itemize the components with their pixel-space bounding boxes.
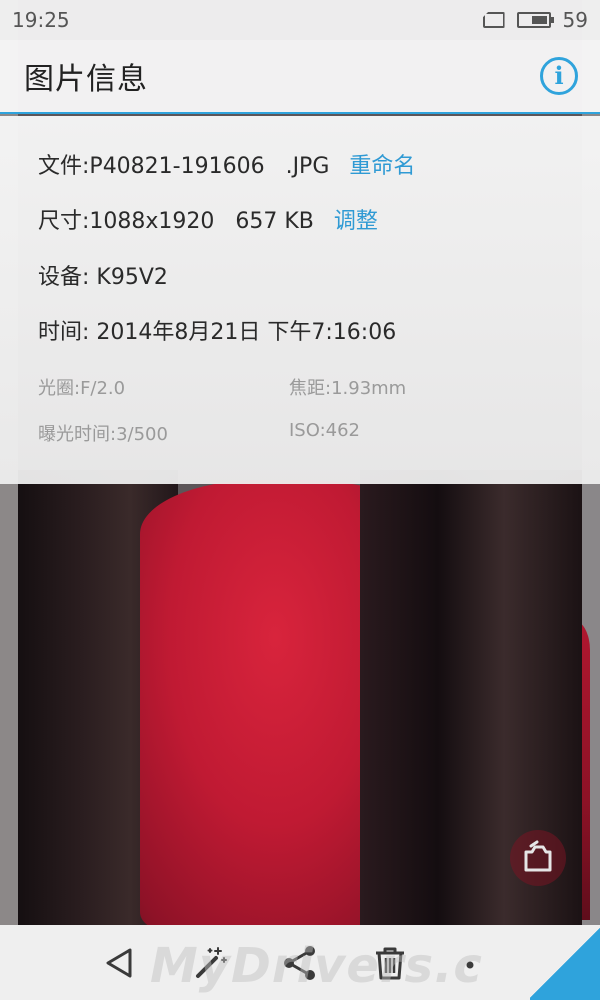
more-button[interactable] — [457, 940, 503, 986]
sim-card-icon — [482, 12, 505, 28]
file-name: P40821-191606 .JPG — [89, 154, 330, 179]
info-icon[interactable]: i — [540, 57, 578, 95]
status-indicators: 59 — [482, 8, 588, 32]
aperture-value: 光圈:F/2.0 — [38, 378, 126, 399]
image-info-panel: 文件:P40821-191606 .JPG 重命名 尺寸:1088x1920 65… — [0, 116, 600, 484]
edit-button[interactable] — [187, 940, 233, 986]
share-button[interactable] — [277, 940, 323, 986]
status-time: 19:25 — [12, 8, 70, 32]
trash-icon — [376, 947, 404, 979]
battery-icon — [516, 12, 554, 28]
magic-wand-icon — [196, 946, 227, 978]
focal-length-value: 焦距:1.93mm — [289, 378, 407, 399]
adjust-link[interactable]: 调整 — [334, 209, 378, 234]
size-row: 尺寸:1088x1920 657 KB 调整 — [38, 203, 378, 235]
time-row: 时间: 2014年8月21日 下午7:16:06 — [38, 320, 397, 345]
title-bar: 图片信息 i — [0, 40, 600, 114]
back-triangle-icon — [106, 948, 132, 977]
size-value: 1088x1920 657 KB — [89, 209, 314, 234]
page-title: 图片信息 — [24, 62, 148, 97]
device-row: 设备: K95V2 — [38, 265, 168, 290]
battery-percent: 59 — [562, 8, 588, 32]
share-icon — [284, 945, 315, 980]
delete-button[interactable] — [367, 940, 413, 986]
rename-link[interactable]: 重命名 — [349, 154, 415, 179]
exposure-value: 曝光时间:3/500 — [38, 424, 168, 445]
page-curl-corner — [530, 925, 600, 1000]
camera-rotate-icon — [524, 840, 552, 872]
battery-fill — [531, 16, 547, 24]
back-button[interactable] — [97, 940, 143, 986]
status-bar: 19:25 59 — [0, 0, 600, 40]
bottom-toolbar — [0, 925, 600, 1000]
camera-button[interactable] — [510, 830, 566, 886]
more-dots-icon — [466, 961, 474, 968]
file-row: 文件:P40821-191606 .JPG 重命名 — [38, 148, 415, 180]
size-label: 尺寸: — [38, 209, 90, 234]
file-label: 文件: — [38, 154, 90, 179]
iso-value: ISO:462 — [289, 420, 361, 441]
